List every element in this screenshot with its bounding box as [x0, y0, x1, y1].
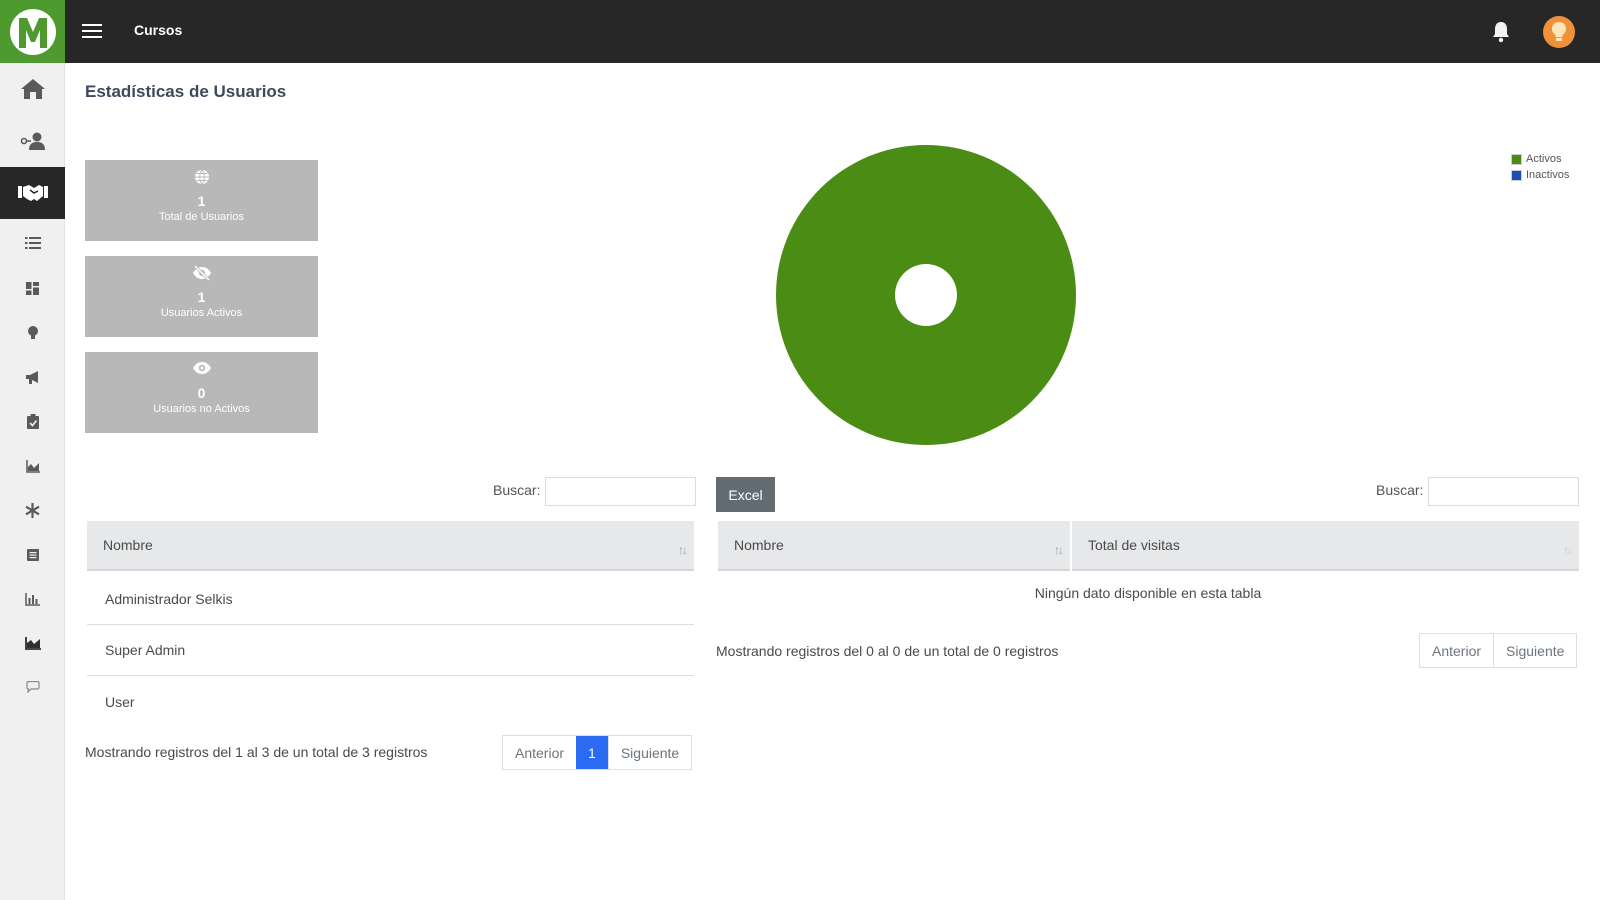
- table-info: Mostrando registros del 0 al 0 de un tot…: [716, 643, 1059, 659]
- empty-table-message: Ningún dato disponible en esta tabla: [1034, 585, 1262, 601]
- top-title: Cursos: [134, 22, 183, 38]
- search-input[interactable]: [545, 477, 696, 506]
- eye-icon: [85, 361, 318, 379]
- bell-icon[interactable]: [1489, 20, 1513, 44]
- handshake-icon: [17, 185, 48, 201]
- sidebar-item-announcements[interactable]: [0, 355, 65, 399]
- search-label: Buscar:: [1376, 482, 1424, 498]
- clipboard-check-icon: [26, 413, 39, 429]
- search-label: Buscar:: [493, 482, 541, 498]
- pagination-previous[interactable]: Anterior: [1420, 634, 1494, 667]
- list-icon: [24, 237, 41, 249]
- sort-icon: ↑↓: [1563, 543, 1573, 557]
- pagination-next[interactable]: Siguiente: [607, 736, 692, 769]
- chart-legend: Activos Inactivos: [1511, 151, 1569, 183]
- sidebar-item-home[interactable]: [0, 67, 65, 111]
- stat-value: 1: [197, 193, 206, 209]
- app-logo[interactable]: [0, 0, 65, 63]
- document-icon: [26, 549, 39, 561]
- cell-nombre: Administrador Selkis: [105, 591, 233, 607]
- asterisk-icon: [25, 502, 40, 518]
- stat-label: Usuarios no Activos: [153, 403, 250, 415]
- top-navbar: Cursos: [0, 0, 1600, 63]
- stat-value: 0: [197, 385, 206, 401]
- stat-label: Usuarios Activos: [160, 307, 243, 319]
- table-row[interactable]: Administrador Selkis: [87, 574, 694, 625]
- stat-card-inactive-users: 0 Usuarios no Activos: [85, 352, 318, 433]
- legend-label: Activos: [1526, 153, 1562, 165]
- pagination-previous[interactable]: Anterior: [503, 736, 577, 769]
- column-header-total-visitas[interactable]: Total de visitas ↑↓: [1072, 521, 1579, 571]
- sidebar-item-ideas[interactable]: [0, 311, 65, 355]
- megaphone-icon: [25, 371, 38, 384]
- donut-hole: [895, 264, 957, 326]
- pagination: Anterior 1 Siguiente: [502, 735, 693, 770]
- sidebar: [0, 63, 65, 900]
- pagination: Anterior Siguiente: [1419, 633, 1578, 668]
- pagination-page[interactable]: 1: [576, 736, 608, 769]
- cell-nombre: User: [105, 693, 135, 710]
- legend-swatch: [1511, 169, 1522, 181]
- legend-item-inactivos: Inactivos: [1511, 167, 1569, 183]
- sort-icon: ↑↓: [1054, 543, 1064, 557]
- page-title: Estadísticas de Usuarios: [85, 82, 287, 101]
- sidebar-item-dashboard[interactable]: [0, 266, 65, 310]
- sidebar-item-documents[interactable]: [0, 533, 65, 577]
- globe-icon: [85, 169, 318, 187]
- lightbulb-icon: [27, 326, 38, 339]
- column-header-label: Nombre: [103, 537, 153, 553]
- sidebar-item-reports-small[interactable]: [0, 444, 65, 488]
- sidebar-item-messages[interactable]: [0, 665, 65, 709]
- area-chart-icon: [24, 636, 41, 650]
- lightbulb-avatar-icon: [1552, 22, 1566, 41]
- user-key-icon: [20, 132, 45, 150]
- sidebar-item-tasks[interactable]: [0, 399, 65, 443]
- table-row[interactable]: User: [87, 676, 694, 727]
- logo-m-icon: [18, 17, 47, 48]
- legend-label: Inactivos: [1526, 169, 1570, 181]
- home-icon: [20, 79, 45, 99]
- sidebar-item-statistics[interactable]: [0, 577, 65, 621]
- stat-card-total-users: 1 Total de Usuarios: [85, 160, 318, 241]
- sidebar-item-analytics[interactable]: [0, 621, 65, 665]
- sidebar-item-users[interactable]: [0, 119, 65, 163]
- pagination-next[interactable]: Siguiente: [1493, 634, 1577, 667]
- area-chart-small-icon: [25, 459, 40, 473]
- column-header-nombre[interactable]: Nombre ↑↓: [718, 521, 1070, 571]
- legend-swatch: [1511, 153, 1522, 165]
- table-info: Mostrando registros del 1 al 3 de un tot…: [85, 744, 428, 760]
- stat-card-active-users: 1 Usuarios Activos: [85, 256, 318, 337]
- logo-circle: [9, 8, 56, 55]
- excel-export-button[interactable]: Excel: [716, 477, 775, 512]
- cell-nombre: Super Admin: [105, 642, 186, 658]
- avatar[interactable]: [1543, 16, 1575, 48]
- bar-chart-icon: [25, 592, 40, 606]
- sidebar-item-list[interactable]: [0, 221, 65, 265]
- sidebar-item-settings[interactable]: [0, 488, 65, 532]
- sidebar-item-handshake[interactable]: [0, 167, 65, 219]
- stat-label: Total de Usuarios: [159, 211, 244, 223]
- stat-value: 1: [197, 289, 206, 305]
- column-header-label: Total de visitas: [1088, 537, 1180, 553]
- column-header-label: Nombre: [734, 537, 784, 553]
- legend-item-activos: Activos: [1511, 151, 1569, 167]
- search-input[interactable]: [1428, 477, 1579, 506]
- eye-slash-icon: [85, 265, 318, 283]
- sort-icon: ↑↓: [678, 543, 688, 557]
- users-donut-chart: [775, 144, 1077, 446]
- dashboard-icon: [26, 281, 39, 295]
- menu-toggle-icon[interactable]: [82, 24, 102, 40]
- comment-icon: [25, 681, 40, 693]
- table-row[interactable]: Super Admin: [87, 625, 694, 676]
- column-header-nombre[interactable]: Nombre ↑↓: [87, 521, 694, 571]
